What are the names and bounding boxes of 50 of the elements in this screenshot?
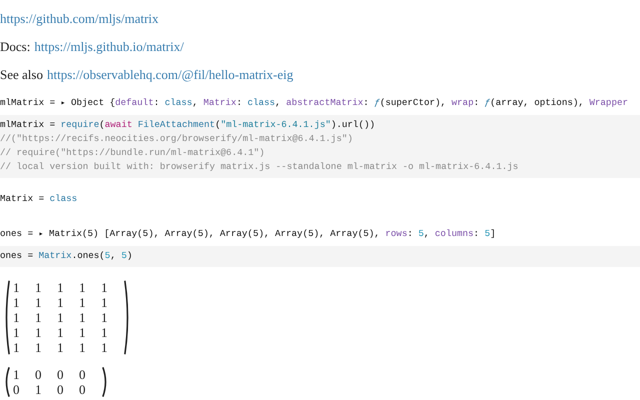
matrix-entry: 1 <box>79 310 86 325</box>
matrix-entry: 0 <box>79 367 86 382</box>
matrix-entry: 1 <box>35 295 42 310</box>
matrix-entry: 1 <box>101 280 108 295</box>
url-link[interactable]: https://github.com/mljs/matrix <box>0 11 159 26</box>
matrix-entry: 1 <box>79 280 86 295</box>
matrix-entry: 1 <box>35 310 42 325</box>
matrix-entry: 1 <box>57 325 64 340</box>
matrix-entry: 1 <box>35 325 42 340</box>
code-line: mlMatrix = require(await FileAttachment("ml-matrix-6.4.1.js").url()) <box>0 118 376 132</box>
code-line: // require("https://bundle.run/ml-matrix@6.4.1") <box>0 146 266 160</box>
right-parenthesis-icon <box>102 367 109 397</box>
cell-output: Matrix = class <box>0 192 78 206</box>
url-link[interactable]: https://observablehq.com/@fil/hello-matrix-eig <box>46 67 294 82</box>
matrix-entry: 1 <box>101 295 108 310</box>
matrix-entry: 1 <box>13 340 20 355</box>
url-link[interactable]: https://mljs.github.io/matrix/ <box>34 39 184 54</box>
left-parenthesis-icon <box>3 280 10 355</box>
matrix-entry: 1 <box>79 340 86 355</box>
matrix-entry: 0 <box>57 367 64 382</box>
link-label: Docs: <box>0 39 30 54</box>
matrix-entry: 0 <box>57 382 64 397</box>
right-parenthesis-icon <box>124 280 131 355</box>
matrix-entry: 1 <box>13 310 20 325</box>
matrix-entry: 0 <box>79 382 86 397</box>
matrix-entry: 1 <box>57 280 64 295</box>
code-line: ones = Matrix.ones(5, 5) <box>0 249 134 263</box>
cell-output: mlMatrix = ▸ Object {default: class, Matrix: class, abstractMatrix: ƒ(superCtor), wrap: ƒ(array, options), Wrapper <box>0 96 629 110</box>
code-line: //("https://recifs.neocities.org/browserify/ml-matrix@6.4.1.js") <box>0 132 354 146</box>
left-parenthesis-icon <box>3 367 10 397</box>
matrix-entry: 1 <box>101 310 108 325</box>
matrix-entry: 1 <box>57 340 64 355</box>
matrix-entry: 1 <box>101 340 108 355</box>
matrix-entry: 1 <box>35 382 42 397</box>
matrix-entry: 1 <box>13 295 20 310</box>
code-line: // local version built with: browserify matrix.js --standalone ml-matrix -o ml-matrix-6.4.1.js <box>0 160 520 174</box>
matrix-entry: 0 <box>13 382 20 397</box>
matrix-entry: 1 <box>79 325 86 340</box>
matrix-entry: 1 <box>13 325 20 340</box>
matrix-entry: 1 <box>13 280 20 295</box>
cell-output: ones = ▸ Matrix(5) [Array(5), Array(5), Array(5), Array(5), Array(5), rows: 5, columns: 5] <box>0 227 497 241</box>
matrix-entry: 1 <box>57 310 64 325</box>
matrix-entry: 1 <box>13 367 20 382</box>
matrix-entry: 1 <box>79 295 86 310</box>
matrix-entry: 1 <box>35 340 42 355</box>
matrix-entry: 0 <box>35 367 42 382</box>
matrix-entry: 1 <box>101 325 108 340</box>
matrix-entry: 1 <box>57 295 64 310</box>
link-label: See also <box>0 67 43 82</box>
matrix-entry: 1 <box>35 280 42 295</box>
